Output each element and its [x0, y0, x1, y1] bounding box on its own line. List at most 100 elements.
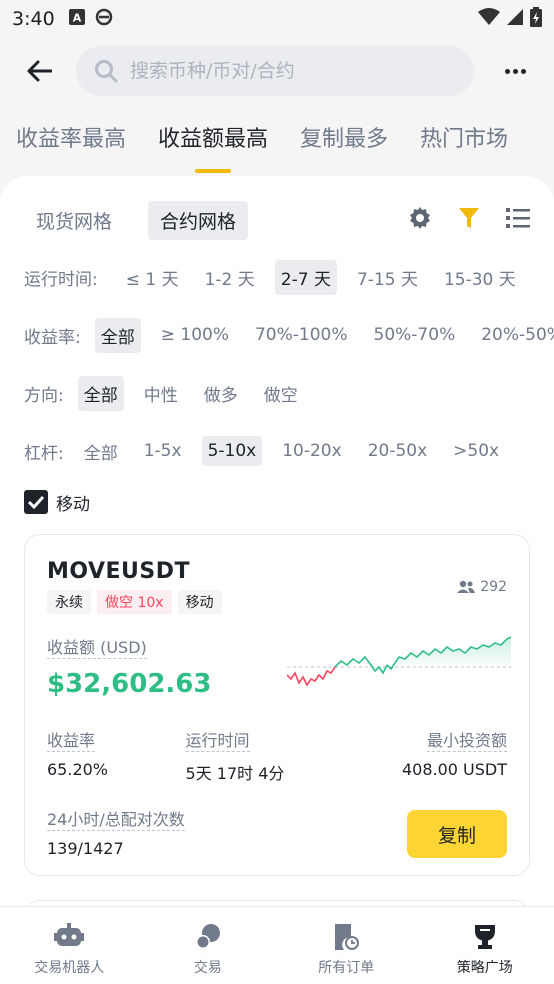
- filter-leverage-option[interactable]: 5-10x: [201, 436, 263, 466]
- filter-leverage-option[interactable]: 10-20x: [276, 436, 347, 466]
- check-icon: [27, 495, 45, 509]
- trade-icon: [195, 924, 220, 949]
- stat-matches: 24小时/总配对次数 139/1427: [47, 806, 185, 858]
- nav-trade-label: 交易: [193, 960, 222, 976]
- orders-icon: [335, 924, 360, 950]
- tag-move: 移动: [177, 590, 222, 614]
- pnl-sparkline: [287, 636, 511, 687]
- header: [0, 38, 554, 104]
- more-dot-icon: [504, 68, 510, 74]
- signal-icon: [506, 8, 524, 31]
- filter-runtime: 运行时间: ≤ 1 天 1-2 天 2-7 天 7-15 天 15-30 天: [0, 248, 554, 306]
- grid-bot-card[interactable]: MOVEUSDT 292 永续 做空 10x 移动 收益额 (USD) $32,…: [24, 534, 530, 876]
- stat-runtime: 运行时间 5天 17时 4分: [185, 727, 285, 784]
- robot-icon: [54, 923, 85, 946]
- filter-yield-option[interactable]: 50%-70%: [368, 320, 462, 350]
- filter-leverage-option[interactable]: 全部: [78, 434, 124, 469]
- filter-yield: 收益率: 全部 ≥ 100% 70%-100% 50%-70% 20%-50%: [0, 306, 554, 364]
- tab-highest-yield[interactable]: 收益率最高: [16, 121, 126, 159]
- followers-value: 292: [480, 579, 507, 595]
- nav-strategy-plaza[interactable]: 策略广场: [416, 907, 554, 984]
- tab-hot-markets[interactable]: 热门市场: [420, 121, 508, 159]
- nav-all-orders-label: 所有订单: [318, 960, 375, 976]
- tag-short-leverage: 做空 10x: [97, 590, 172, 614]
- stat-runtime-value: 5天 17时 4分: [185, 764, 285, 783]
- tab-most-copied[interactable]: 复制最多: [300, 121, 388, 159]
- filter-yield-option[interactable]: 20%-50%: [475, 320, 554, 350]
- browser-e-icon: [95, 8, 113, 30]
- wifi-icon: [478, 7, 500, 31]
- move-checkbox-row[interactable]: 移动: [0, 484, 554, 520]
- filter-direction-option[interactable]: 做多: [198, 376, 244, 411]
- users-icon: [457, 580, 476, 593]
- nav-trading-bots[interactable]: 交易机器人: [0, 907, 139, 984]
- filter-leverage-label: 杠杆:: [24, 443, 64, 464]
- stat-runtime-label: 运行时间: [185, 727, 250, 752]
- filter-runtime-option[interactable]: 15-30 天: [438, 260, 522, 295]
- grid-type-tabs: 现货网格 合约网格: [0, 176, 554, 240]
- filter-yield-option[interactable]: 70%-100%: [249, 320, 354, 350]
- filter-direction-option[interactable]: 全部: [77, 375, 124, 411]
- status-bar: 3:40 A: [0, 0, 554, 38]
- filter-direction-label: 方向:: [24, 385, 64, 406]
- tab-spot-grid[interactable]: 现货网格: [24, 201, 124, 240]
- stat-matches-label: 24小时/总配对次数: [47, 806, 185, 831]
- filter-runtime-option[interactable]: ≤ 1 天: [120, 260, 185, 295]
- filter-leverage-option[interactable]: >50x: [447, 436, 505, 466]
- arrow-left-icon: [27, 60, 52, 82]
- filter-yield-option[interactable]: 全部: [94, 317, 141, 353]
- stat-yield: 收益率 65.20%: [47, 727, 108, 784]
- stat-yield-label: 收益率: [47, 727, 96, 752]
- stat-min-investment-label: 最小投资额: [426, 727, 507, 752]
- filter-direction: 方向: 全部 中性 做多 做空: [0, 364, 554, 422]
- filter-leverage-option[interactable]: 1-5x: [138, 436, 188, 466]
- filter-direction-option[interactable]: 中性: [138, 376, 184, 411]
- filter-leverage: 杠杆: 全部 1-5x 5-10x 10-20x 20-50x >50x: [0, 422, 554, 480]
- status-time: 3:40: [12, 8, 55, 30]
- copy-button[interactable]: 复制: [407, 810, 507, 858]
- card-tags: 永续 做空 10x 移动: [47, 590, 507, 614]
- stat-min-investment-value: 408.00 USDT: [401, 760, 507, 779]
- tab-highest-profit[interactable]: 收益额最高: [158, 121, 268, 159]
- filter-yield-label: 收益率:: [24, 327, 81, 348]
- card-stats: 收益率 65.20% 运行时间 5天 17时 4分 最小投资额 408.00 U…: [47, 727, 507, 784]
- more-dot-icon: [512, 68, 518, 74]
- filter-leverage-option[interactable]: 20-50x: [362, 436, 433, 466]
- search-input[interactable]: [130, 60, 430, 82]
- nav-trade[interactable]: 交易: [139, 907, 278, 984]
- bottom-nav: 交易机器人 交易 所有订单 策略广场: [0, 906, 554, 984]
- stat-matches-value: 139/1427: [47, 839, 124, 858]
- filter-direction-option[interactable]: 做空: [258, 376, 304, 411]
- back-button[interactable]: [22, 54, 56, 88]
- filter-yield-option[interactable]: ≥ 100%: [155, 320, 235, 350]
- move-checkbox[interactable]: [24, 490, 48, 514]
- tab-futures-grid[interactable]: 合约网格: [148, 200, 249, 240]
- filter-icon[interactable]: [458, 206, 480, 234]
- followers-count: 292: [456, 579, 507, 595]
- move-checkbox-label: 移动: [56, 494, 90, 515]
- pnl-label: 收益额 (USD): [47, 634, 147, 659]
- app-a-icon: A: [68, 9, 85, 29]
- content-panel: 现货网格 合约网格 运行时间: ≤ 1 天 1-2 天 2-7 天 7-15 天…: [0, 176, 554, 920]
- list-view-icon[interactable]: [506, 207, 530, 233]
- filter-runtime-option[interactable]: 7-15 天: [351, 260, 424, 295]
- pair-name: MOVEUSDT: [47, 559, 191, 584]
- more-dot-icon: [520, 68, 526, 74]
- stat-min-investment: 最小投资额 408.00 USDT: [402, 727, 507, 784]
- trophy-icon: [474, 925, 495, 949]
- search-icon: [95, 60, 118, 83]
- svg-text:A: A: [72, 12, 81, 25]
- filter-runtime-option[interactable]: 1-2 天: [199, 260, 261, 295]
- battery-icon: [530, 6, 542, 32]
- tag-perpetual: 永续: [47, 590, 91, 614]
- filter-runtime-option[interactable]: 2-7 天: [274, 259, 337, 295]
- nav-all-orders[interactable]: 所有订单: [277, 907, 416, 984]
- gear-icon[interactable]: [408, 206, 432, 234]
- card-footer: 24小时/总配对次数 139/1427 复制: [47, 806, 507, 858]
- search-bar[interactable]: [76, 46, 474, 96]
- more-menu-button[interactable]: [498, 68, 532, 74]
- nav-trading-bots-label: 交易机器人: [34, 960, 105, 976]
- stat-yield-value: 65.20%: [47, 760, 109, 779]
- filter-runtime-label: 运行时间:: [24, 269, 98, 290]
- main-tabs: 收益率最高 收益额最高 复制最多 热门市场: [0, 104, 554, 176]
